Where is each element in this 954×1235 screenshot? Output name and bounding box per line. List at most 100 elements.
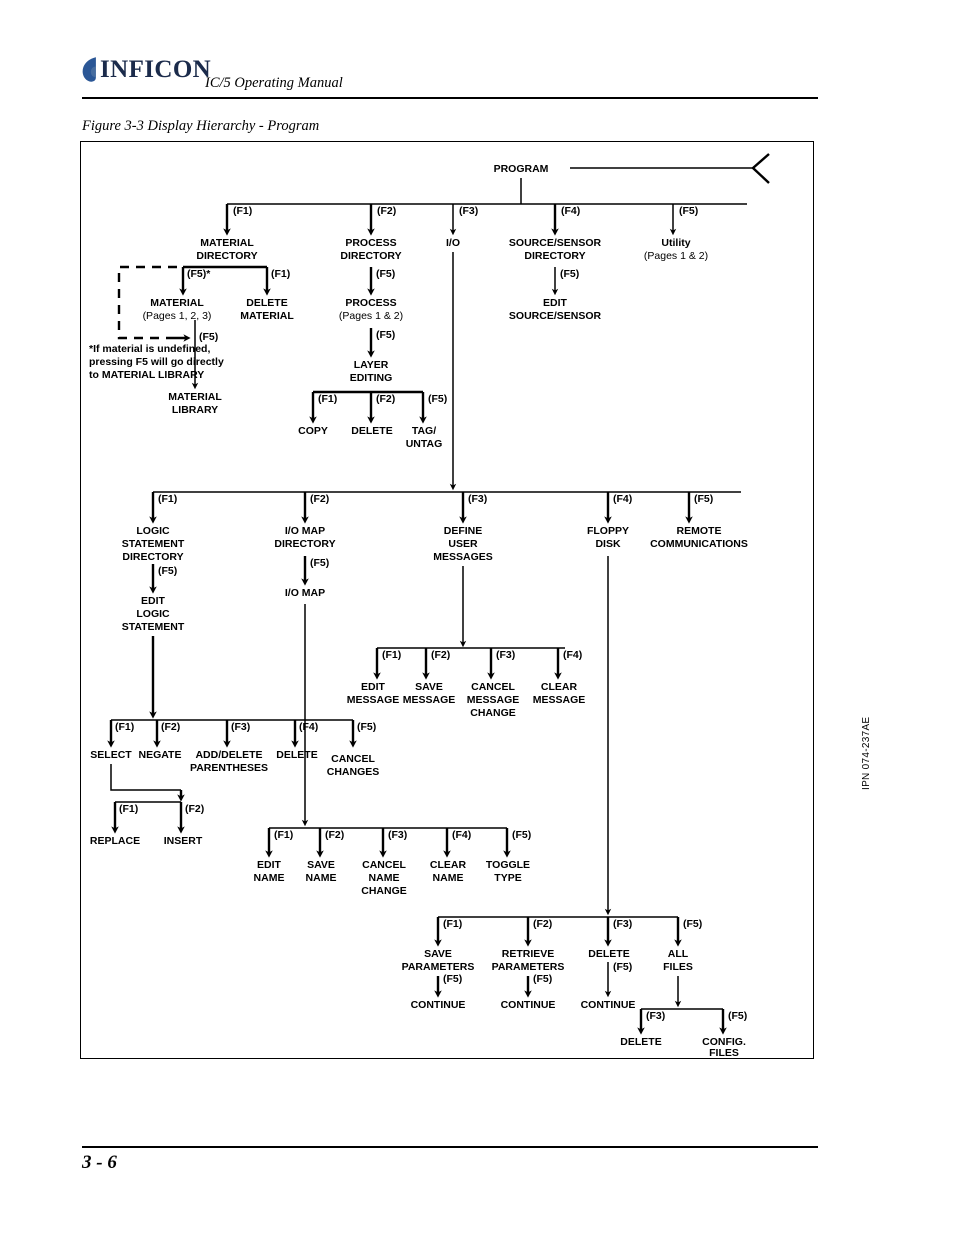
- node-retrieve-parameters: RETRIEVE PARAMETERS: [492, 948, 565, 973]
- svg-text:NAME: NAME: [254, 872, 285, 884]
- logo-droplet-icon: [82, 57, 96, 82]
- svg-text:DIRECTORY: DIRECTORY: [196, 250, 257, 262]
- svg-text:MATERIAL: MATERIAL: [150, 297, 204, 309]
- svg-text:(F5): (F5): [512, 829, 531, 841]
- svg-text:pressing F5 will go directly: pressing F5 will go directly: [89, 356, 224, 368]
- svg-text:(F5): (F5): [613, 961, 632, 973]
- page-header: INFICON IC/5 Operating Manual: [0, 0, 954, 105]
- svg-text:CHANGE: CHANGE: [470, 707, 516, 719]
- svg-text:(F4): (F4): [613, 493, 632, 505]
- svg-text:(F5): (F5): [310, 557, 329, 569]
- node-clear-name: CLEAR NAME: [430, 859, 467, 884]
- svg-text:(F5): (F5): [560, 268, 579, 280]
- svg-text:STATEMENT: STATEMENT: [122, 621, 185, 633]
- svg-text:CANCEL: CANCEL: [331, 753, 375, 765]
- svg-text:MESSAGE: MESSAGE: [467, 694, 520, 706]
- node-logic-statement-directory: LOGIC STATEMENT DIRECTORY: [122, 525, 185, 563]
- svg-text:(F2): (F2): [310, 493, 329, 505]
- node-all-files: ALL FILES: [663, 948, 693, 973]
- svg-text:CANCEL: CANCEL: [471, 681, 515, 693]
- node-toggle-type: TOGGLE TYPE: [486, 859, 530, 884]
- svg-text:PARAMETERS: PARAMETERS: [492, 961, 565, 973]
- svg-text:I/O: I/O: [446, 237, 460, 249]
- svg-text:(F2): (F2): [376, 393, 395, 405]
- svg-text:(F2): (F2): [431, 649, 450, 661]
- svg-text:(F1): (F1): [443, 918, 462, 930]
- svg-text:(Pages 1 & 2): (Pages 1 & 2): [339, 310, 403, 322]
- svg-text:(F1): (F1): [115, 721, 134, 733]
- svg-text:EDIT: EDIT: [543, 297, 568, 309]
- svg-text:(F5): (F5): [679, 205, 698, 217]
- svg-text:SAVE: SAVE: [424, 948, 452, 960]
- svg-text:MATERIAL: MATERIAL: [240, 310, 294, 322]
- page-number: 3 - 6: [82, 1152, 117, 1173]
- svg-text:(F1): (F1): [158, 493, 177, 505]
- svg-text:(F5): (F5): [376, 329, 395, 341]
- svg-text:SOURCE/SENSOR: SOURCE/SENSOR: [509, 237, 602, 249]
- node-io-map-directory: I/O MAP DIRECTORY: [274, 525, 335, 550]
- node-clear-message: CLEAR MESSAGE: [533, 681, 586, 706]
- svg-text:EDITING: EDITING: [350, 372, 393, 384]
- svg-text:(F5): (F5): [728, 1010, 747, 1022]
- node-save-parameters: SAVE PARAMETERS: [402, 948, 475, 973]
- node-floppy-disk: FLOPPY DISK: [587, 525, 629, 550]
- svg-text:(F3): (F3): [468, 493, 487, 505]
- svg-text:LIBRARY: LIBRARY: [172, 404, 218, 416]
- node-process: PROCESS (Pages 1 & 2): [339, 297, 403, 322]
- svg-text:USER: USER: [448, 538, 478, 550]
- node-define-user-messages: DEFINE USER MESSAGES: [433, 525, 493, 563]
- node-program: PROGRAM: [494, 163, 549, 175]
- node-remote-communications: REMOTE COMMUNICATIONS: [650, 525, 748, 550]
- svg-text:(F4): (F4): [561, 205, 580, 217]
- node-cancel-changes: CANCEL CHANGES: [327, 753, 380, 778]
- svg-text:(F5): (F5): [683, 918, 702, 930]
- svg-text:(F2): (F2): [325, 829, 344, 841]
- svg-text:MESSAGES: MESSAGES: [433, 551, 493, 563]
- node-cancel-name-change: CANCEL NAME CHANGE: [361, 859, 407, 897]
- svg-text:ADD/DELETE: ADD/DELETE: [195, 749, 262, 761]
- node-cancel-message-change: CANCEL MESSAGE CHANGE: [467, 681, 520, 719]
- node-edit-logic-statement: EDIT LOGIC STATEMENT: [122, 595, 185, 633]
- svg-text:TAG/: TAG/: [412, 425, 436, 437]
- svg-text:TYPE: TYPE: [494, 872, 521, 884]
- svg-text:(F4): (F4): [299, 721, 318, 733]
- node-continue-save: CONTINUE: [411, 999, 466, 1011]
- svg-text:(F3): (F3): [459, 205, 478, 217]
- node-edit-source-sensor: EDIT SOURCE/SENSOR: [509, 297, 602, 322]
- svg-text:SOURCE/SENSOR: SOURCE/SENSOR: [509, 310, 602, 322]
- svg-text:LOGIC: LOGIC: [136, 608, 170, 620]
- inficon-wordmark: INFICON: [100, 56, 212, 83]
- svg-text:FILES: FILES: [709, 1047, 739, 1057]
- node-delete-all: DELETE: [620, 1036, 661, 1048]
- svg-text:PROGRAM: PROGRAM: [494, 163, 549, 175]
- svg-text:(F5)*: (F5)*: [187, 268, 211, 280]
- figure-caption: Figure 3-3 Display Hierarchy - Program: [82, 118, 320, 134]
- node-save-message: SAVE MESSAGE: [403, 681, 456, 706]
- svg-text:(F5): (F5): [428, 393, 447, 405]
- node-utility: Utility (Pages 1 & 2): [644, 237, 708, 262]
- manual-title: IC/5 Operating Manual: [205, 75, 343, 91]
- svg-text:(F5): (F5): [694, 493, 713, 505]
- svg-text:EDIT: EDIT: [257, 859, 282, 871]
- svg-text:CANCEL: CANCEL: [362, 859, 406, 871]
- svg-text:(F5): (F5): [376, 268, 395, 280]
- svg-text:(Pages 1, 2, 3): (Pages 1, 2, 3): [143, 310, 212, 322]
- svg-text:FLOPPY: FLOPPY: [587, 525, 629, 537]
- svg-text:DISK: DISK: [595, 538, 621, 550]
- node-delete-layer: DELETE: [351, 425, 392, 437]
- node-tag-untag: TAG/ UNTAG: [406, 425, 443, 450]
- svg-text:DIRECTORY: DIRECTORY: [274, 538, 335, 550]
- svg-text:DIRECTORY: DIRECTORY: [340, 250, 401, 262]
- node-continue-delete: CONTINUE: [581, 999, 636, 1011]
- svg-text:CLEAR: CLEAR: [541, 681, 578, 693]
- svg-text:DIRECTORY: DIRECTORY: [122, 551, 183, 563]
- select-to-sub: [110, 764, 181, 791]
- svg-text:(F3): (F3): [613, 918, 632, 930]
- svg-text:(F5): (F5): [443, 973, 462, 985]
- figure-frame: PROGRAM (F1) (F2) (F3) (F4) (F5) MATERIA…: [80, 141, 814, 1059]
- svg-text:LAYER: LAYER: [354, 359, 389, 371]
- svg-text:(F4): (F4): [452, 829, 471, 841]
- node-delete-file: DELETE: [588, 948, 629, 960]
- svg-text:(F5): (F5): [533, 973, 552, 985]
- svg-text:UNTAG: UNTAG: [406, 438, 443, 450]
